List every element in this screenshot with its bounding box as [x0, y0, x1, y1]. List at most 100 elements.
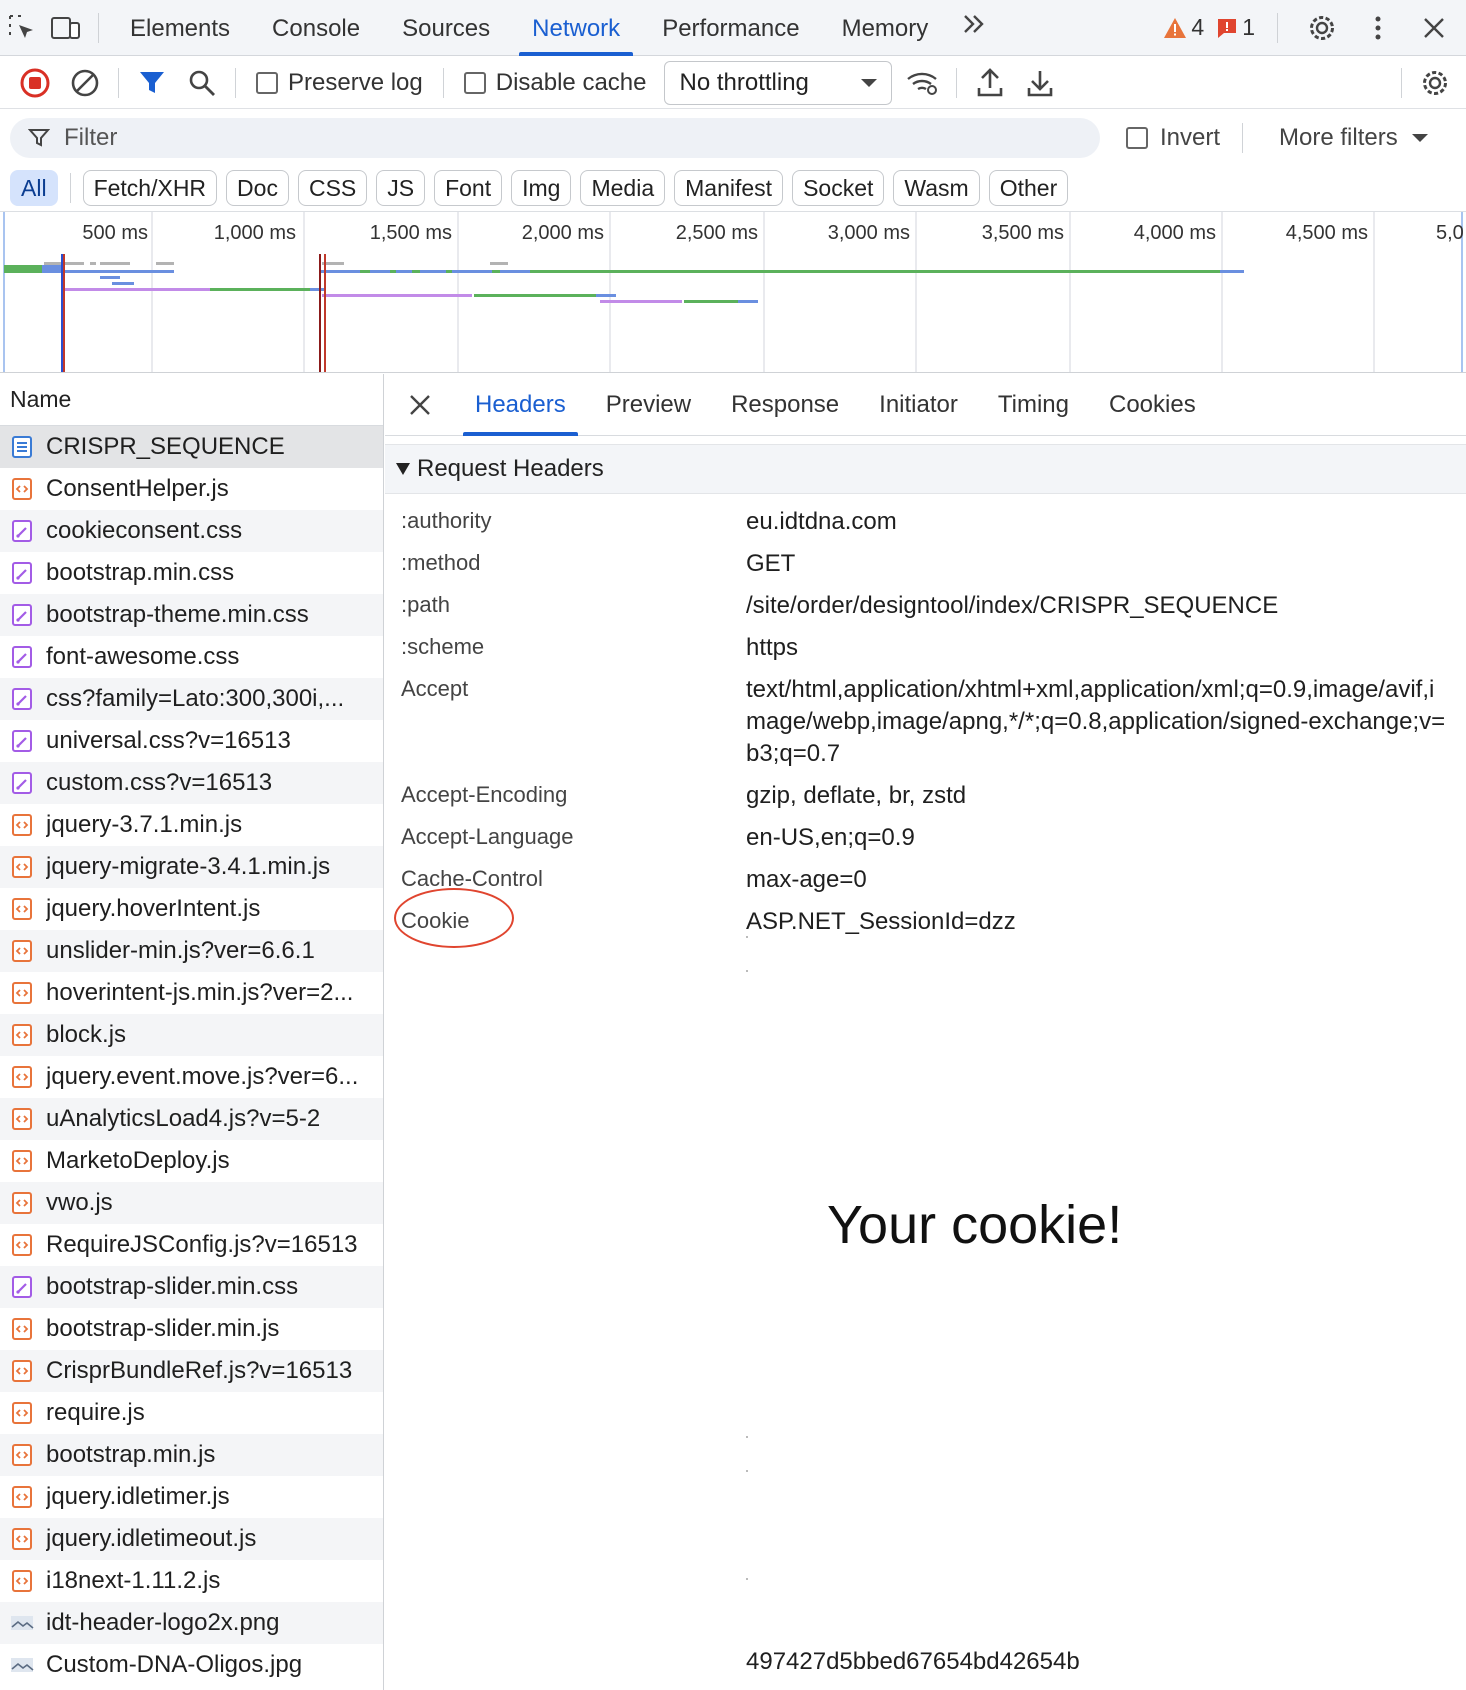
chip-manifest[interactable]: Manifest [674, 170, 784, 206]
chip-other[interactable]: Other [988, 170, 1069, 206]
request-row[interactable]: ConsentHelper.js [0, 468, 383, 510]
script-icon [10, 939, 34, 963]
script-icon [10, 1317, 34, 1341]
header-value: text/html,application/xhtml+xml,applicat… [746, 676, 1446, 767]
header-row: :authority eu.idtdna.com [385, 506, 1466, 538]
header-value: max-age=0 [746, 866, 867, 893]
warnings-badge[interactable]: 4 [1163, 14, 1204, 41]
chip-js[interactable]: JS [376, 170, 426, 206]
script-icon [10, 1569, 34, 1593]
filter-funnel-icon [28, 129, 50, 147]
chip-socket[interactable]: Socket [792, 170, 885, 206]
errors-badge[interactable]: 1 [1216, 14, 1255, 41]
request-row[interactable]: css?family=Lato:300,300i,... [0, 678, 383, 720]
export-har-download-icon[interactable] [1015, 57, 1065, 109]
script-icon [10, 855, 34, 879]
request-row[interactable]: bootstrap-slider.min.js [0, 1308, 383, 1350]
request-row[interactable]: jquery.idletimeout.js [0, 1518, 383, 1560]
chip-wasm[interactable]: Wasm [893, 170, 980, 206]
name-column-header[interactable]: Name [0, 374, 383, 426]
request-row[interactable]: hoverintent-js.min.js?ver=2... [0, 972, 383, 1014]
settings-gear-icon[interactable] [1300, 0, 1344, 56]
network-conditions-wifi-icon[interactable] [898, 57, 948, 109]
close-detail-icon[interactable] [385, 374, 455, 436]
tab-cookies[interactable]: Cookies [1089, 374, 1216, 436]
checkbox-box[interactable] [463, 71, 486, 94]
triangle-down-icon [396, 463, 410, 475]
clear-log-icon[interactable] [60, 57, 110, 109]
request-headers-section-toggle[interactable]: Request Headers [385, 444, 1466, 494]
request-row[interactable]: idt-header-logo2x.png [0, 1602, 383, 1644]
tab-response[interactable]: Response [711, 374, 859, 436]
request-row[interactable]: vwo.js [0, 1182, 383, 1224]
chip-all[interactable]: All [10, 170, 58, 206]
warning-icon [1164, 17, 1187, 38]
import-har-upload-icon[interactable] [965, 57, 1015, 109]
more-tabs-icon[interactable] [949, 12, 999, 43]
chip-img[interactable]: Img [511, 170, 572, 206]
chip-media[interactable]: Media [580, 170, 666, 206]
network-timeline-overview[interactable]: 500 ms 1,000 ms 1,500 ms 2,000 ms 2,500 … [0, 211, 1466, 373]
issue-badges[interactable]: 4 1 [1163, 0, 1466, 56]
request-row[interactable]: jquery.hoverIntent.js [0, 888, 383, 930]
tab-elements[interactable]: Elements [109, 0, 251, 56]
tab-initiator[interactable]: Initiator [859, 374, 978, 436]
more-options-icon[interactable] [1356, 0, 1400, 56]
request-row[interactable]: CrisprBundleRef.js?v=16513 [0, 1350, 383, 1392]
filter-input[interactable]: Filter [10, 118, 1100, 158]
request-row[interactable]: bootstrap-theme.min.css [0, 594, 383, 636]
request-row[interactable]: bootstrap-slider.min.css [0, 1266, 383, 1308]
request-row[interactable]: require.js [0, 1392, 383, 1434]
separator [1401, 67, 1402, 98]
chip-font[interactable]: Font [434, 170, 503, 206]
chip-fetch-xhr[interactable]: Fetch/XHR [82, 170, 218, 206]
network-settings-gear-icon[interactable] [1410, 57, 1460, 109]
tab-network[interactable]: Network [511, 0, 641, 56]
request-row[interactable]: RequireJSConfig.js?v=16513 [0, 1224, 383, 1266]
request-row[interactable]: Custom-DNA-Oligos.jpg [0, 1644, 383, 1686]
request-row[interactable]: jquery.event.move.js?ver=6... [0, 1056, 383, 1098]
devtools-tab-bar: Elements Console Sources Network Perform… [0, 0, 1466, 56]
request-row[interactable]: universal.css?v=16513 [0, 720, 383, 762]
script-icon [10, 1401, 34, 1425]
checkbox-box[interactable] [256, 71, 278, 94]
request-row[interactable]: bootstrap.min.css [0, 552, 383, 594]
chip-css[interactable]: CSS [297, 170, 368, 206]
request-row[interactable]: unslider-min.js?ver=6.6.1 [0, 930, 383, 972]
invert-checkbox[interactable]: Invert [1126, 124, 1220, 152]
inspect-element-icon[interactable] [0, 0, 44, 56]
request-row[interactable]: block.js [0, 1014, 383, 1056]
request-row[interactable]: font-awesome.css [0, 636, 383, 678]
throttling-select[interactable]: No throttling [664, 60, 893, 105]
tab-performance[interactable]: Performance [641, 0, 820, 56]
stop-recording-icon[interactable] [10, 57, 60, 109]
tab-timing[interactable]: Timing [978, 374, 1089, 436]
request-row[interactable]: jquery.idletimer.js [0, 1476, 383, 1518]
request-row[interactable]: CRISPR_SEQUENCE [0, 426, 383, 468]
tab-sources[interactable]: Sources [381, 0, 511, 56]
tab-memory[interactable]: Memory [821, 0, 950, 56]
tab-preview[interactable]: Preview [586, 374, 711, 436]
script-icon [10, 1443, 34, 1467]
filter-funnel-icon[interactable] [127, 57, 177, 109]
request-row[interactable]: MarketoDeploy.js [0, 1140, 383, 1182]
device-toolbar-icon[interactable] [44, 0, 88, 56]
request-row[interactable]: cookieconsent.css [0, 510, 383, 552]
request-row[interactable]: jquery-3.7.1.min.js [0, 804, 383, 846]
request-row[interactable]: jquery-migrate-3.4.1.min.js [0, 846, 383, 888]
request-row[interactable]: uAnalyticsLoad4.js?v=5-2 [0, 1098, 383, 1140]
request-row[interactable]: bootstrap.min.js [0, 1434, 383, 1476]
preserve-log-checkbox[interactable]: Preserve log [244, 69, 435, 97]
more-filters-dropdown[interactable]: More filters [1279, 124, 1428, 152]
request-name: unslider-min.js?ver=6.6.1 [46, 937, 315, 964]
request-row[interactable]: custom.css?v=16513 [0, 762, 383, 804]
tab-headers[interactable]: Headers [455, 374, 586, 436]
disable-cache-checkbox[interactable]: Disable cache [452, 69, 659, 97]
request-name: jquery-migrate-3.4.1.min.js [46, 853, 331, 880]
search-icon[interactable] [177, 57, 227, 109]
close-devtools-icon[interactable] [1412, 0, 1456, 56]
chip-doc[interactable]: Doc [226, 170, 289, 206]
request-row[interactable]: i18next-1.11.2.js [0, 1560, 383, 1602]
checkbox-box[interactable] [1126, 127, 1148, 149]
tab-console[interactable]: Console [251, 0, 381, 56]
